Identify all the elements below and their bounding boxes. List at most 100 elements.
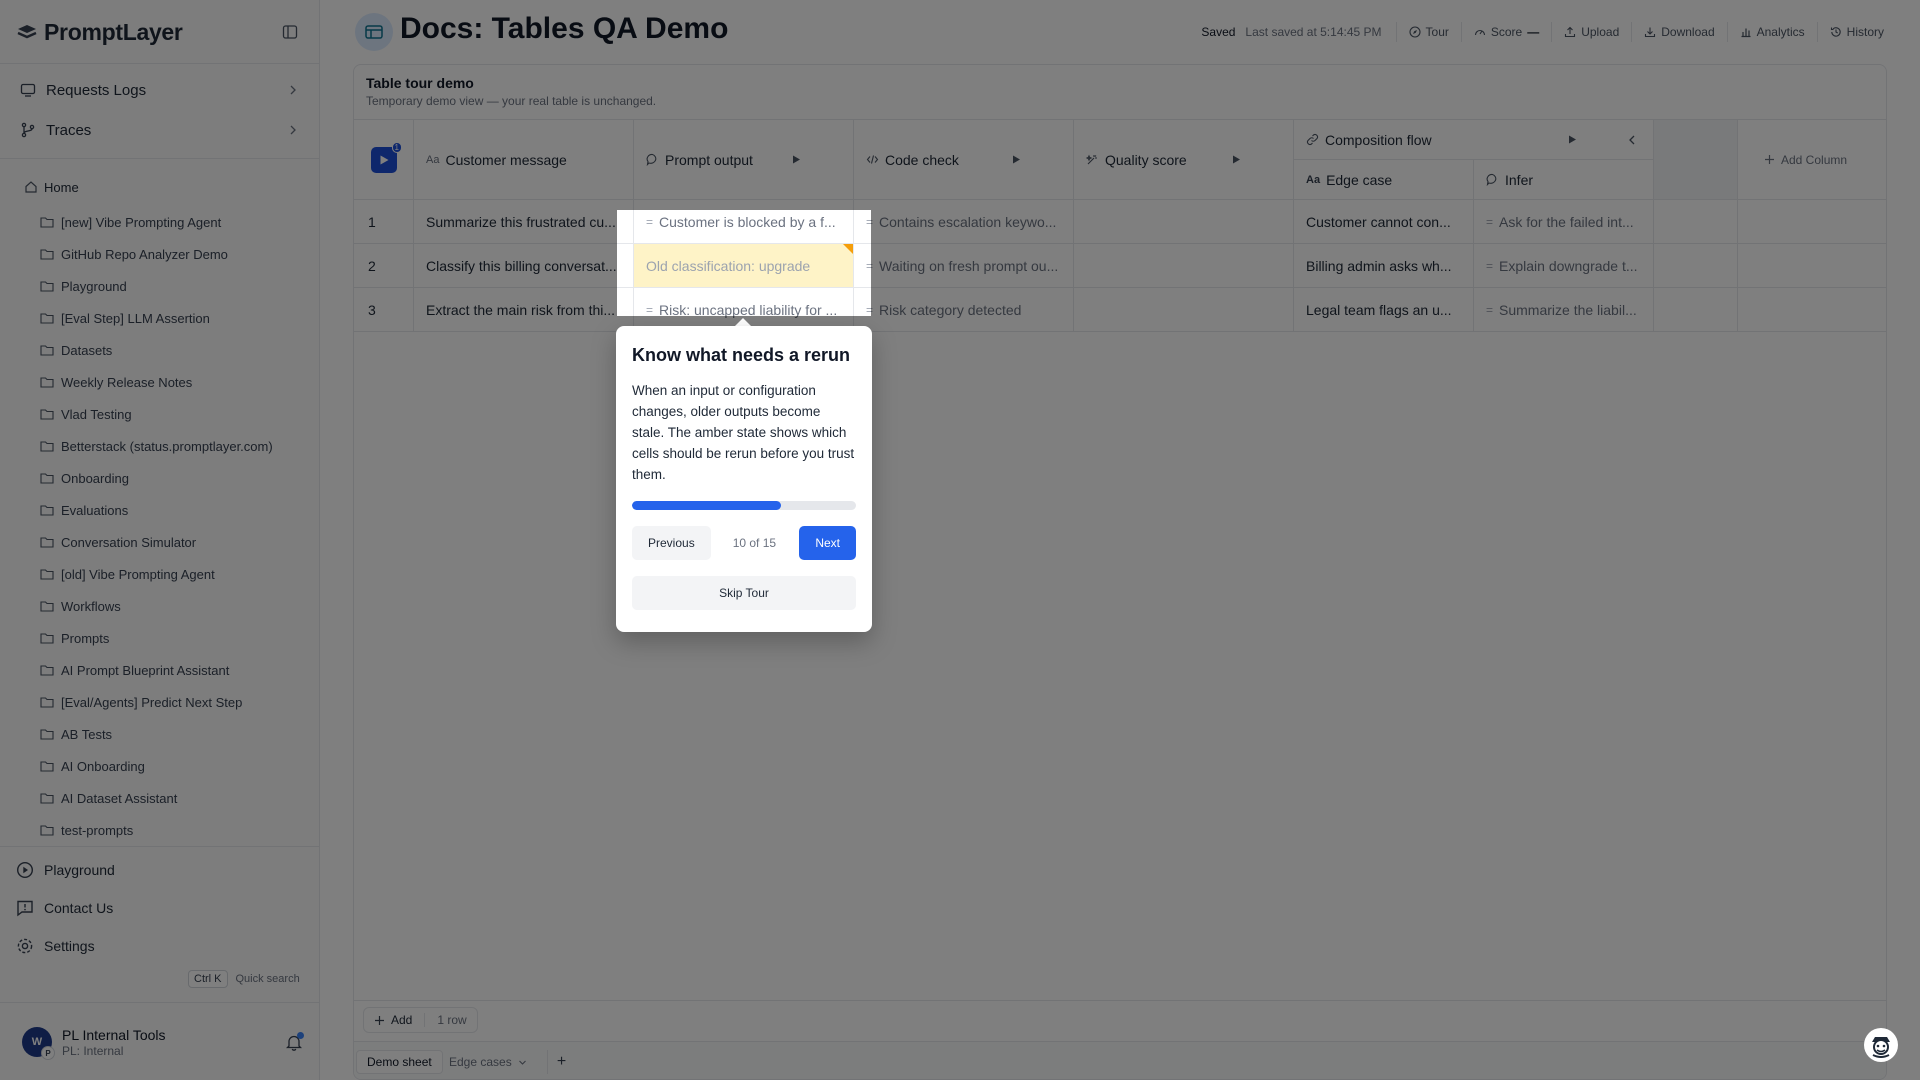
cell-infer[interactable]: = Summarize the liabil... [1474, 288, 1654, 332]
bot-icon [1872, 1037, 1890, 1058]
formula-icon: = [646, 302, 654, 317]
sidebar-folder-label: Datasets [61, 342, 113, 358]
cell-edge-case[interactable]: Billing admin asks wh... [1294, 244, 1474, 288]
add-sheet-button[interactable]: + [547, 1050, 575, 1074]
column-header-code-check[interactable]: Code check [854, 120, 1074, 200]
quick-search[interactable]: Ctrl K Quick search [188, 970, 300, 988]
sidebar-folder[interactable]: [new] Vibe Prompting Agent [40, 206, 310, 238]
sidebar-item-home[interactable]: Home [24, 176, 79, 198]
app-name: PromptLayer [44, 18, 183, 45]
run-column-icon[interactable] [1232, 155, 1241, 164]
sidebar-folder[interactable]: AI Dataset Assistant [40, 782, 310, 814]
logo[interactable]: PromptLayer [16, 16, 304, 48]
column-header-customer-message[interactable]: Aa Customer message [414, 120, 634, 200]
sidebar-folder[interactable]: GitHub Repo Analyzer Demo [40, 238, 310, 270]
sidebar-folder-label: AI Onboarding [61, 758, 145, 774]
upload-button[interactable]: Upload [1551, 22, 1631, 42]
divider [0, 63, 320, 64]
row-number-cell[interactable]: 2 [354, 244, 414, 288]
sidebar-folder[interactable]: Onboarding [40, 462, 310, 494]
cell-prompt-output[interactable]: Old classification: upgrade [634, 244, 854, 288]
cell-edge-case[interactable]: Legal team flags an u... [1294, 288, 1474, 332]
sidebar-folder[interactable]: [Eval Step] LLM Assertion [40, 302, 310, 334]
play-icon [380, 155, 389, 164]
cell-infer[interactable]: = Explain downgrade t... [1474, 244, 1654, 288]
cell-quality-score[interactable] [1074, 288, 1294, 332]
assistant-button[interactable] [1864, 1028, 1898, 1062]
sidebar-item-label: Home [44, 179, 79, 195]
add-column-button[interactable]: Add Column [1738, 120, 1886, 200]
sidebar-folder[interactable]: [Eval/Agents] Predict Next Step [40, 686, 310, 718]
sidebar-folder[interactable]: Prompts [40, 622, 310, 654]
cell-prompt-output[interactable]: = Customer is blocked by a f... [634, 200, 854, 244]
sidebar-folder[interactable]: Workflows [40, 590, 310, 622]
plus-icon [374, 1015, 385, 1026]
score-button[interactable]: Score — [1460, 22, 1551, 42]
next-button[interactable]: Next [799, 526, 856, 560]
sidebar-folder-label: test-prompts [61, 822, 134, 838]
cell-customer-message[interactable]: Extract the main risk from thi... [414, 288, 634, 332]
run-all-button[interactable]: 1 [371, 141, 402, 173]
cell-infer[interactable]: = Ask for the failed int... [1474, 200, 1654, 244]
cell-customer-message[interactable]: Summarize this frustrated cu... [414, 200, 634, 244]
folder-icon [40, 216, 54, 228]
run-column-icon[interactable] [792, 155, 801, 164]
sidebar-folder[interactable]: Conversation Simulator [40, 526, 310, 558]
add-row-button[interactable]: Add 1 row [363, 1007, 478, 1033]
row-number-cell[interactable]: 1 [354, 200, 414, 244]
sidebar-item-playground[interactable]: Playground [16, 856, 306, 884]
formula-icon: = [646, 214, 654, 229]
chevron-down-icon [518, 1058, 527, 1067]
sidebar-folder[interactable]: Betterstack (status.promptlayer.com) [40, 430, 310, 462]
analytics-button[interactable]: Analytics [1726, 22, 1817, 42]
sheet-tab-demo-sheet[interactable]: Demo sheet [356, 1050, 443, 1074]
skip-tour-button[interactable]: Skip Tour [632, 576, 856, 610]
download-button[interactable]: Download [1631, 22, 1726, 42]
column-header-prompt-output[interactable]: Prompt output [634, 120, 854, 200]
sidebar-folder[interactable]: AI Prompt Blueprint Assistant [40, 654, 310, 686]
sidebar-folder[interactable]: Weekly Release Notes [40, 366, 310, 398]
cell-code-check[interactable]: = Contains escalation keywo... [854, 200, 1074, 244]
link-icon [1306, 133, 1319, 146]
column-label: Infer [1505, 171, 1534, 188]
sidebar-item-requests-logs[interactable]: Requests Logs [12, 72, 308, 108]
cell-code-check[interactable]: = Risk category detected [854, 288, 1074, 332]
cell-text: Old classification: upgrade [646, 257, 811, 274]
sidebar-item-contact-us[interactable]: Contact Us [16, 894, 306, 922]
sidebar-folder[interactable]: Vlad Testing [40, 398, 310, 430]
sidebar-folder[interactable]: Evaluations [40, 494, 310, 526]
run-group-icon[interactable] [1568, 135, 1577, 144]
column-label: Edge case [1326, 171, 1393, 188]
sidebar-folder[interactable]: [old] Vibe Prompting Agent [40, 558, 310, 590]
previous-button[interactable]: Previous [632, 526, 711, 560]
sidebar-item-traces[interactable]: Traces [12, 112, 308, 148]
tour-progress-fill [632, 501, 782, 510]
column-header-quality-score[interactable]: Quality score [1074, 120, 1294, 200]
sidebar-folder[interactable]: test-prompts [40, 814, 310, 846]
cell-quality-score[interactable] [1074, 200, 1294, 244]
workspace-switcher[interactable]: W P PL Internal Tools PL: Internal [22, 1022, 304, 1062]
row-number-cell[interactable]: 3 [354, 288, 414, 332]
cell-text: Summarize the liabil... [1499, 301, 1637, 318]
cell-edge-case[interactable]: Customer cannot con... [1294, 200, 1474, 244]
bar-chart-icon [1740, 26, 1752, 38]
tour-button[interactable]: Tour [1395, 22, 1461, 42]
cell-code-check[interactable]: = Waiting on fresh prompt ou... [854, 244, 1074, 288]
history-button[interactable]: History [1816, 22, 1896, 42]
column-header-edge-case[interactable]: Aa Edge case [1294, 160, 1474, 200]
sidebar-folder[interactable]: Datasets [40, 334, 310, 366]
folder-icon [40, 376, 54, 388]
sidebar-item-settings[interactable]: Settings [16, 932, 306, 960]
column-group-composition-flow[interactable]: Composition flow [1294, 120, 1654, 160]
sheet-tab-edge-cases[interactable]: Edge cases [439, 1050, 537, 1074]
sidebar-folder[interactable]: AI Onboarding [40, 750, 310, 782]
collapse-sidebar-button[interactable] [276, 18, 304, 46]
sidebar-folder[interactable]: AB Tests [40, 718, 310, 750]
run-column-icon[interactable] [1012, 155, 1021, 164]
cell-quality-score[interactable] [1074, 244, 1294, 288]
collapse-group-icon[interactable] [1627, 135, 1637, 145]
bell-icon[interactable] [286, 1031, 304, 1051]
column-header-infer[interactable]: Infer [1474, 160, 1654, 200]
cell-customer-message[interactable]: Classify this billing conversat... [414, 244, 634, 288]
sidebar-folder[interactable]: Playground [40, 270, 310, 302]
